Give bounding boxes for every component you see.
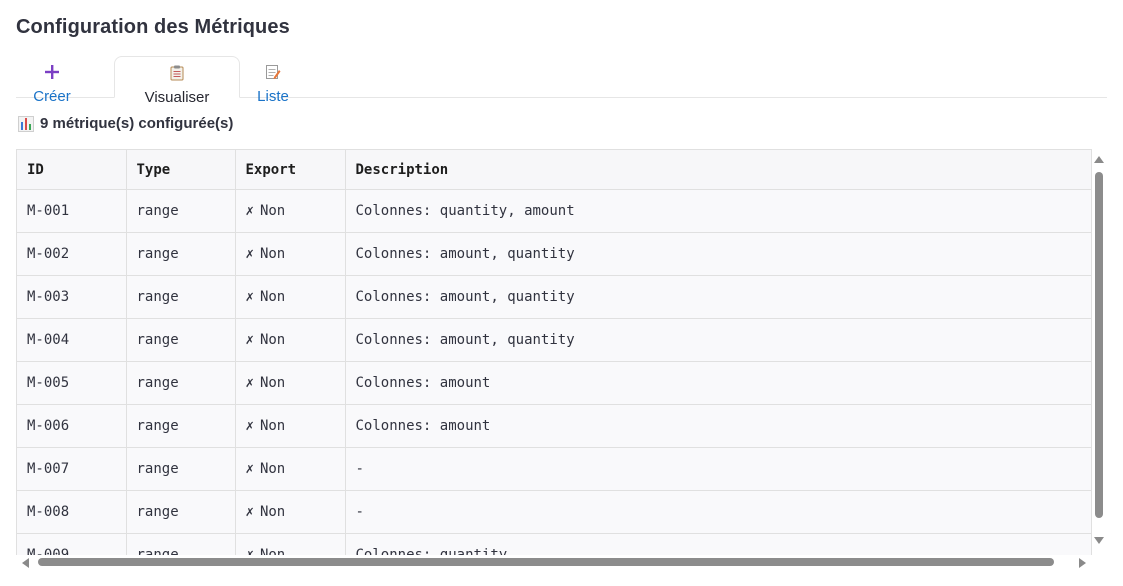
x-mark-icon: ✗ — [245, 332, 254, 348]
cell-id: M-001 — [17, 189, 127, 233]
tab-creer[interactable]: Créer — [16, 56, 88, 105]
table-row[interactable]: M-001 range ✗ Non Colonnes: quantity, amo… — [17, 189, 1091, 233]
scroll-down-arrow-icon[interactable] — [1094, 537, 1104, 544]
cell-export: ✗ Non — [235, 232, 346, 276]
x-mark-icon: ✗ — [245, 203, 254, 219]
cell-description: Colonnes: amount, quantity — [345, 232, 1091, 276]
cell-export-text: Non — [259, 375, 286, 391]
metrics-table: ID Type Export Description M-001 range ✗… — [17, 150, 1091, 555]
x-mark-icon: ✗ — [245, 504, 254, 520]
cell-id: M-004 — [17, 318, 127, 362]
table-row[interactable]: M-002 range ✗ Non Colonnes: amount, quant… — [17, 232, 1091, 276]
scroll-left-arrow-icon[interactable] — [22, 558, 29, 568]
cell-id: M-005 — [17, 361, 127, 405]
cell-export: ✗ Non — [235, 189, 346, 233]
cell-description: Colonnes: quantity — [345, 533, 1091, 555]
cell-description: - — [345, 447, 1091, 491]
page-title: Configuration des Métriques — [16, 16, 290, 38]
table-row[interactable]: M-009 range ✗ Non Colonnes: quantity — [17, 533, 1091, 555]
tab-label: Créer — [33, 88, 71, 105]
table-header-row: ID Type Export Description — [17, 150, 1091, 190]
tab-label: Visualiser — [144, 89, 210, 106]
cell-export: ✗ Non — [235, 361, 346, 405]
metrics-count-text: 9 métrique(s) configurée(s) — [40, 115, 234, 132]
cell-export: ✗ Non — [235, 404, 346, 448]
cell-id: M-002 — [17, 232, 127, 276]
cell-description: Colonnes: amount — [345, 361, 1091, 405]
table-row[interactable]: M-003 range ✗ Non Colonnes: amount, quant… — [17, 275, 1091, 319]
tab-liste[interactable]: Liste — [241, 56, 305, 105]
bar-chart-icon — [18, 115, 34, 132]
scroll-right-arrow-icon[interactable] — [1079, 558, 1086, 568]
vertical-scrollbar[interactable] — [1093, 152, 1107, 554]
cell-type: range — [126, 318, 236, 362]
cell-description: Colonnes: quantity, amount — [345, 189, 1091, 233]
metrics-count: 9 métrique(s) configurée(s) — [18, 115, 233, 132]
cell-type: range — [126, 232, 236, 276]
column-header-type[interactable]: Type — [126, 150, 236, 190]
cell-export-text: Non — [259, 418, 286, 434]
cell-type: range — [126, 447, 236, 491]
column-header-description[interactable]: Description — [345, 150, 1091, 190]
metrics-table-container: ID Type Export Description M-001 range ✗… — [16, 149, 1092, 555]
cell-id: M-007 — [17, 447, 127, 491]
table-row[interactable]: M-007 range ✗ Non - — [17, 447, 1091, 491]
cell-export-text: Non — [259, 289, 286, 305]
cell-export: ✗ Non — [235, 318, 346, 362]
cell-export-text: Non — [259, 461, 286, 477]
cell-id: M-008 — [17, 490, 127, 534]
tab-label: Liste — [257, 88, 289, 105]
cell-export: ✗ Non — [235, 447, 346, 491]
horizontal-scroll-thumb[interactable] — [38, 558, 1054, 566]
cell-id: M-006 — [17, 404, 127, 448]
x-mark-icon: ✗ — [245, 246, 254, 262]
table-row[interactable]: M-006 range ✗ Non Colonnes: amount — [17, 404, 1091, 448]
x-mark-icon: ✗ — [245, 547, 254, 555]
column-header-export[interactable]: Export — [235, 150, 346, 190]
x-mark-icon: ✗ — [245, 289, 254, 305]
memo-icon — [265, 64, 281, 80]
scroll-up-arrow-icon[interactable] — [1094, 156, 1104, 163]
cell-id: M-009 — [17, 533, 127, 555]
cell-description: Colonnes: amount — [345, 404, 1091, 448]
cell-export: ✗ Non — [235, 490, 346, 534]
cell-export-text: Non — [259, 504, 286, 520]
vertical-scroll-thumb[interactable] — [1095, 172, 1103, 518]
cell-type: range — [126, 404, 236, 448]
cell-type: range — [126, 533, 236, 555]
table-row[interactable]: M-008 range ✗ Non - — [17, 490, 1091, 534]
cell-type: range — [126, 490, 236, 534]
cell-type: range — [126, 361, 236, 405]
plus-icon — [44, 64, 60, 80]
cell-description: - — [345, 490, 1091, 534]
x-mark-icon: ✗ — [245, 418, 254, 434]
table-row[interactable]: M-004 range ✗ Non Colonnes: amount, quant… — [17, 318, 1091, 362]
cell-export-text: Non — [259, 332, 286, 348]
clipboard-icon — [170, 65, 184, 81]
cell-export-text: Non — [259, 203, 286, 219]
cell-id: M-003 — [17, 275, 127, 319]
cell-export-text: Non — [259, 547, 286, 555]
horizontal-scrollbar[interactable] — [16, 555, 1092, 571]
cell-description: Colonnes: amount, quantity — [345, 275, 1091, 319]
cell-type: range — [126, 275, 236, 319]
cell-type: range — [126, 189, 236, 233]
x-mark-icon: ✗ — [245, 461, 254, 477]
x-mark-icon: ✗ — [245, 375, 254, 391]
cell-export: ✗ Non — [235, 533, 346, 555]
cell-export-text: Non — [259, 246, 286, 262]
column-header-id[interactable]: ID — [17, 150, 127, 190]
cell-description: Colonnes: amount, quantity — [345, 318, 1091, 362]
table-row[interactable]: M-005 range ✗ Non Colonnes: amount — [17, 361, 1091, 405]
tab-visualiser[interactable]: Visualiser — [114, 56, 240, 106]
tab-bar: Créer Visualiser Liste — [16, 56, 1107, 106]
cell-export: ✗ Non — [235, 275, 346, 319]
